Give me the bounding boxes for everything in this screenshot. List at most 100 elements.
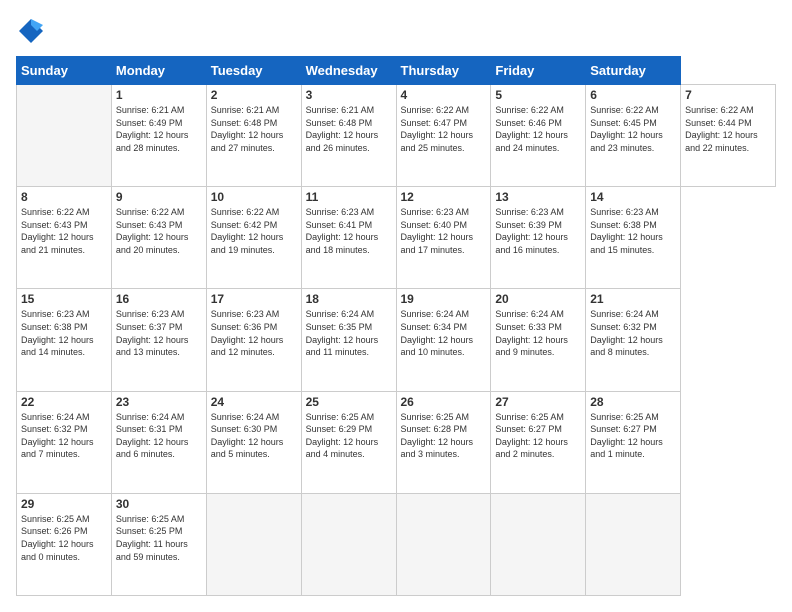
weekday-header-row: SundayMondayTuesdayWednesdayThursdayFrid… [17,57,776,85]
day-number: 28 [590,395,676,409]
day-info: Sunrise: 6:23 AMSunset: 6:41 PMDaylight:… [306,206,392,256]
day-number: 6 [590,88,676,102]
day-number: 24 [211,395,297,409]
calendar-cell: 4 Sunrise: 6:22 AMSunset: 6:47 PMDaylight… [396,85,491,187]
day-number: 4 [401,88,487,102]
calendar-cell: 22 Sunrise: 6:24 AMSunset: 6:32 PMDayligh… [17,391,112,493]
day-number: 3 [306,88,392,102]
day-number: 26 [401,395,487,409]
day-number: 20 [495,292,581,306]
calendar-cell: 11 Sunrise: 6:23 AMSunset: 6:41 PMDayligh… [301,187,396,289]
day-info: Sunrise: 6:24 AMSunset: 6:32 PMDaylight:… [21,411,107,461]
day-info: Sunrise: 6:22 AMSunset: 6:46 PMDaylight:… [495,104,581,154]
day-info: Sunrise: 6:22 AMSunset: 6:43 PMDaylight:… [21,206,107,256]
day-number: 13 [495,190,581,204]
day-number: 9 [116,190,202,204]
calendar-week-row: 29Sunrise: 6:25 AMSunset: 6:26 PMDayligh… [17,493,776,595]
calendar-cell: 26 Sunrise: 6:25 AMSunset: 6:28 PMDayligh… [396,391,491,493]
day-number: 11 [306,190,392,204]
day-number: 5 [495,88,581,102]
day-info: Sunrise: 6:24 AMSunset: 6:30 PMDaylight:… [211,411,297,461]
day-number: 22 [21,395,107,409]
day-info: Sunrise: 6:24 AMSunset: 6:32 PMDaylight:… [590,308,676,358]
calendar-cell: 18 Sunrise: 6:24 AMSunset: 6:35 PMDayligh… [301,289,396,391]
day-number: 23 [116,395,202,409]
calendar-cell: 3 Sunrise: 6:21 AMSunset: 6:48 PMDaylight… [301,85,396,187]
calendar-cell [491,493,586,595]
calendar-cell: 16 Sunrise: 6:23 AMSunset: 6:37 PMDayligh… [111,289,206,391]
calendar-cell: 21Sunrise: 6:24 AMSunset: 6:32 PMDayligh… [586,289,681,391]
logo [16,16,50,46]
day-info: Sunrise: 6:21 AMSunset: 6:49 PMDaylight:… [116,104,202,154]
day-info: Sunrise: 6:23 AMSunset: 6:37 PMDaylight:… [116,308,202,358]
day-info: Sunrise: 6:22 AMSunset: 6:47 PMDaylight:… [401,104,487,154]
day-info: Sunrise: 6:25 AMSunset: 6:25 PMDaylight:… [116,513,202,563]
day-number: 16 [116,292,202,306]
calendar-cell: 17 Sunrise: 6:23 AMSunset: 6:36 PMDayligh… [206,289,301,391]
calendar-week-row: 1 Sunrise: 6:21 AMSunset: 6:49 PMDaylight… [17,85,776,187]
calendar-cell: 1 Sunrise: 6:21 AMSunset: 6:49 PMDaylight… [111,85,206,187]
day-info: Sunrise: 6:23 AMSunset: 6:40 PMDaylight:… [401,206,487,256]
calendar-cell: 29Sunrise: 6:25 AMSunset: 6:26 PMDayligh… [17,493,112,595]
calendar-cell [206,493,301,595]
calendar-cell: 27 Sunrise: 6:25 AMSunset: 6:27 PMDayligh… [491,391,586,493]
day-info: Sunrise: 6:24 AMSunset: 6:31 PMDaylight:… [116,411,202,461]
day-number: 12 [401,190,487,204]
weekday-header-saturday: Saturday [586,57,681,85]
day-number: 7 [685,88,771,102]
calendar-cell [17,85,112,187]
calendar-cell: 28 Sunrise: 6:25 AMSunset: 6:27 PMDayligh… [586,391,681,493]
calendar-cell: 25 Sunrise: 6:25 AMSunset: 6:29 PMDayligh… [301,391,396,493]
weekday-header-monday: Monday [111,57,206,85]
calendar-cell: 20 Sunrise: 6:24 AMSunset: 6:33 PMDayligh… [491,289,586,391]
day-number: 8 [21,190,107,204]
calendar-cell: 19Sunrise: 6:24 AMSunset: 6:34 PMDayligh… [396,289,491,391]
day-number: 14 [590,190,676,204]
calendar-week-row: 22 Sunrise: 6:24 AMSunset: 6:32 PMDayligh… [17,391,776,493]
day-info: Sunrise: 6:24 AMSunset: 6:33 PMDaylight:… [495,308,581,358]
calendar-cell [586,493,681,595]
day-info: Sunrise: 6:23 AMSunset: 6:36 PMDaylight:… [211,308,297,358]
day-info: Sunrise: 6:23 AMSunset: 6:38 PMDaylight:… [590,206,676,256]
weekday-header-friday: Friday [491,57,586,85]
day-info: Sunrise: 6:22 AMSunset: 6:44 PMDaylight:… [685,104,771,154]
logo-icon [16,16,46,46]
day-info: Sunrise: 6:21 AMSunset: 6:48 PMDaylight:… [211,104,297,154]
calendar-cell: 9Sunrise: 6:22 AMSunset: 6:43 PMDaylight… [111,187,206,289]
day-info: Sunrise: 6:21 AMSunset: 6:48 PMDaylight:… [306,104,392,154]
calendar-cell: 6Sunrise: 6:22 AMSunset: 6:45 PMDaylight… [586,85,681,187]
day-number: 1 [116,88,202,102]
day-number: 18 [306,292,392,306]
day-number: 10 [211,190,297,204]
calendar-week-row: 15Sunrise: 6:23 AMSunset: 6:38 PMDayligh… [17,289,776,391]
day-number: 17 [211,292,297,306]
day-info: Sunrise: 6:23 AMSunset: 6:39 PMDaylight:… [495,206,581,256]
calendar-cell: 23 Sunrise: 6:24 AMSunset: 6:31 PMDayligh… [111,391,206,493]
day-number: 19 [401,292,487,306]
calendar-cell: 10 Sunrise: 6:22 AMSunset: 6:42 PMDayligh… [206,187,301,289]
calendar-table: SundayMondayTuesdayWednesdayThursdayFrid… [16,56,776,596]
calendar-cell: 13 Sunrise: 6:23 AMSunset: 6:39 PMDayligh… [491,187,586,289]
calendar-cell: 8 Sunrise: 6:22 AMSunset: 6:43 PMDaylight… [17,187,112,289]
weekday-header-tuesday: Tuesday [206,57,301,85]
calendar-cell [301,493,396,595]
day-info: Sunrise: 6:25 AMSunset: 6:28 PMDaylight:… [401,411,487,461]
weekday-header-thursday: Thursday [396,57,491,85]
calendar-cell: 2 Sunrise: 6:21 AMSunset: 6:48 PMDaylight… [206,85,301,187]
day-number: 27 [495,395,581,409]
day-number: 30 [116,497,202,511]
day-number: 2 [211,88,297,102]
calendar-week-row: 8 Sunrise: 6:22 AMSunset: 6:43 PMDaylight… [17,187,776,289]
day-info: Sunrise: 6:22 AMSunset: 6:42 PMDaylight:… [211,206,297,256]
weekday-header-sunday: Sunday [17,57,112,85]
calendar-cell: 7 Sunrise: 6:22 AMSunset: 6:44 PMDaylight… [681,85,776,187]
day-info: Sunrise: 6:24 AMSunset: 6:35 PMDaylight:… [306,308,392,358]
calendar-cell: 24 Sunrise: 6:24 AMSunset: 6:30 PMDayligh… [206,391,301,493]
day-number: 25 [306,395,392,409]
day-info: Sunrise: 6:25 AMSunset: 6:27 PMDaylight:… [590,411,676,461]
day-info: Sunrise: 6:25 AMSunset: 6:27 PMDaylight:… [495,411,581,461]
day-info: Sunrise: 6:25 AMSunset: 6:26 PMDaylight:… [21,513,107,563]
day-number: 15 [21,292,107,306]
calendar-cell: 15Sunrise: 6:23 AMSunset: 6:38 PMDayligh… [17,289,112,391]
day-info: Sunrise: 6:25 AMSunset: 6:29 PMDaylight:… [306,411,392,461]
